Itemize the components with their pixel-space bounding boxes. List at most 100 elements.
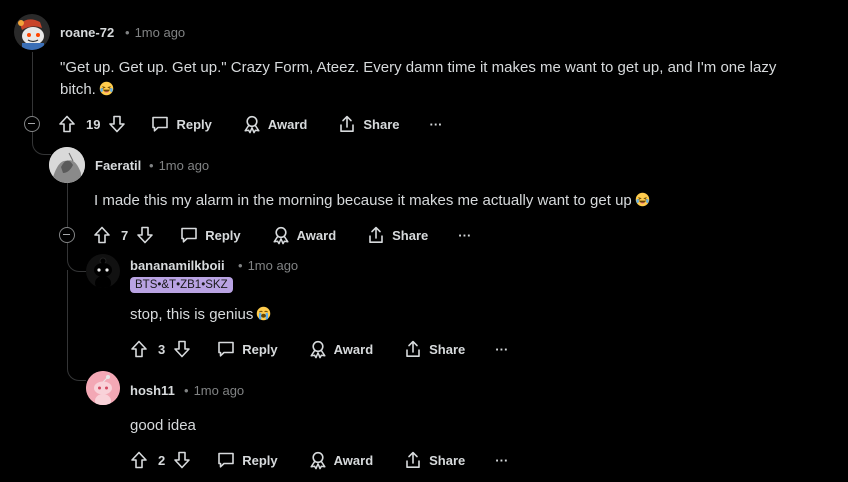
upvote-button[interactable] [57, 114, 77, 134]
share-label: Share [392, 227, 429, 243]
reply-label: Reply [176, 116, 212, 132]
snoo-avatar-icon [14, 14, 50, 50]
loudly-crying-emoji-icon [256, 306, 271, 321]
share-icon [366, 225, 386, 245]
reply-button[interactable]: Reply [216, 450, 278, 470]
award-icon [271, 225, 291, 245]
username-roane-72[interactable]: roane-72 [60, 25, 114, 40]
award-button[interactable]: Award [271, 225, 336, 245]
share-button[interactable]: Share [337, 114, 400, 134]
vote-count: 7 [121, 227, 129, 243]
more-options-icon: ··· [458, 227, 472, 243]
profile-picture-icon [49, 147, 85, 183]
reply-icon [150, 114, 170, 134]
avatar-roane-72[interactable] [14, 14, 50, 50]
upvote-button[interactable] [129, 339, 149, 359]
award-icon [308, 450, 328, 470]
more-options-button[interactable]: ··· [430, 117, 443, 132]
reply-label: Reply [242, 452, 278, 468]
downvote-button[interactable] [172, 339, 192, 359]
reply-icon [179, 225, 199, 245]
award-button[interactable]: Award [308, 339, 374, 359]
avatar-bananamilkboii[interactable] [86, 254, 120, 288]
avatar-faeratil[interactable] [49, 147, 85, 183]
thread-connector-hosh11 [67, 352, 86, 381]
vote-count: 3 [158, 341, 166, 357]
share-icon [337, 114, 357, 134]
laughing-emoji-icon [635, 192, 650, 207]
thread-connector-faeratil [32, 130, 51, 155]
comment-text-line-2: bitch. [60, 81, 96, 98]
downvote-icon [172, 339, 192, 359]
vote-count: 2 [158, 452, 166, 468]
reply-button[interactable]: Reply [150, 114, 212, 134]
comment-body-roane-72: "Get up. Get up. Get up." Crazy Form, At… [60, 57, 820, 101]
more-options-icon: ··· [495, 341, 509, 357]
share-button[interactable]: Share [366, 225, 428, 245]
downvote-button[interactable] [135, 225, 155, 245]
reply-button[interactable]: Reply [179, 225, 241, 245]
share-label: Share [429, 341, 466, 357]
upvote-icon [92, 225, 112, 245]
comment-body-faeratil: I made this my alarm in the morning beca… [94, 190, 814, 212]
reply-label: Reply [205, 227, 241, 243]
reply-icon [216, 450, 236, 470]
reply-label: Reply [242, 341, 278, 357]
upvote-icon [129, 339, 149, 359]
snoo-avatar-icon [86, 254, 120, 288]
collapse-thread-button[interactable] [59, 227, 75, 243]
comment-meta-hosh11: • 1mo ago [178, 383, 244, 398]
username-bananamilkboii[interactable]: bananamilkboii [130, 258, 225, 273]
thread-line-faeratil [67, 182, 68, 227]
upvote-button[interactable] [129, 450, 149, 470]
downvote-button[interactable] [107, 114, 127, 134]
action-bar-faeratil: 7 Reply Award Share ··· [92, 223, 471, 247]
more-options-button[interactable]: ··· [458, 228, 471, 243]
upvote-icon [129, 450, 149, 470]
comment-text: I made this my alarm in the morning beca… [94, 192, 632, 209]
award-label: Award [333, 452, 374, 468]
thread-line-root [32, 52, 33, 116]
thread-line-between-replies [67, 270, 68, 356]
upvote-icon [57, 114, 77, 134]
more-options-icon: ··· [495, 452, 509, 468]
meta-separator: • [149, 158, 154, 173]
vote-count: 19 [86, 116, 101, 132]
comment-text-line-1: "Get up. Get up. Get up." Crazy Form, At… [60, 59, 777, 76]
upvote-button[interactable] [92, 225, 112, 245]
more-options-icon: ··· [429, 116, 443, 132]
meta-separator: • [238, 258, 243, 273]
laughing-emoji-icon [99, 81, 114, 96]
award-label: Award [333, 341, 374, 357]
more-options-button[interactable]: ··· [495, 453, 508, 468]
username-hosh11[interactable]: hosh11 [130, 383, 175, 398]
timestamp[interactable]: 1mo ago [194, 383, 245, 398]
share-button[interactable]: Share [403, 339, 465, 359]
comment-meta-roane-72: • 1mo ago [119, 25, 185, 40]
collapse-thread-button[interactable] [24, 116, 40, 132]
share-label: Share [363, 116, 400, 132]
downvote-button[interactable] [172, 450, 192, 470]
reply-button[interactable]: Reply [216, 339, 278, 359]
award-icon [242, 114, 262, 134]
meta-separator: • [125, 25, 130, 40]
more-options-button[interactable]: ··· [495, 342, 508, 357]
award-icon [308, 339, 328, 359]
timestamp[interactable]: 1mo ago [159, 158, 210, 173]
award-label: Award [267, 116, 308, 132]
award-button[interactable]: Award [242, 114, 308, 134]
user-flair: BTS•&T•ZB1•SKZ [130, 277, 233, 293]
timestamp[interactable]: 1mo ago [135, 25, 186, 40]
award-button[interactable]: Award [308, 450, 374, 470]
username-faeratil[interactable]: Faeratil [95, 158, 141, 173]
downvote-icon [135, 225, 155, 245]
action-bar-bananamilkboii: 3 Reply Award Share ··· [129, 337, 508, 361]
comment-text: good idea [130, 417, 196, 434]
thread-connector-bananamilkboii [67, 243, 86, 272]
meta-separator: • [184, 383, 189, 398]
comment-meta-bananamilkboii: • 1mo ago [232, 258, 298, 273]
share-button[interactable]: Share [403, 450, 465, 470]
timestamp[interactable]: 1mo ago [248, 258, 299, 273]
downvote-icon [107, 114, 127, 134]
avatar-hosh11[interactable] [86, 371, 120, 405]
